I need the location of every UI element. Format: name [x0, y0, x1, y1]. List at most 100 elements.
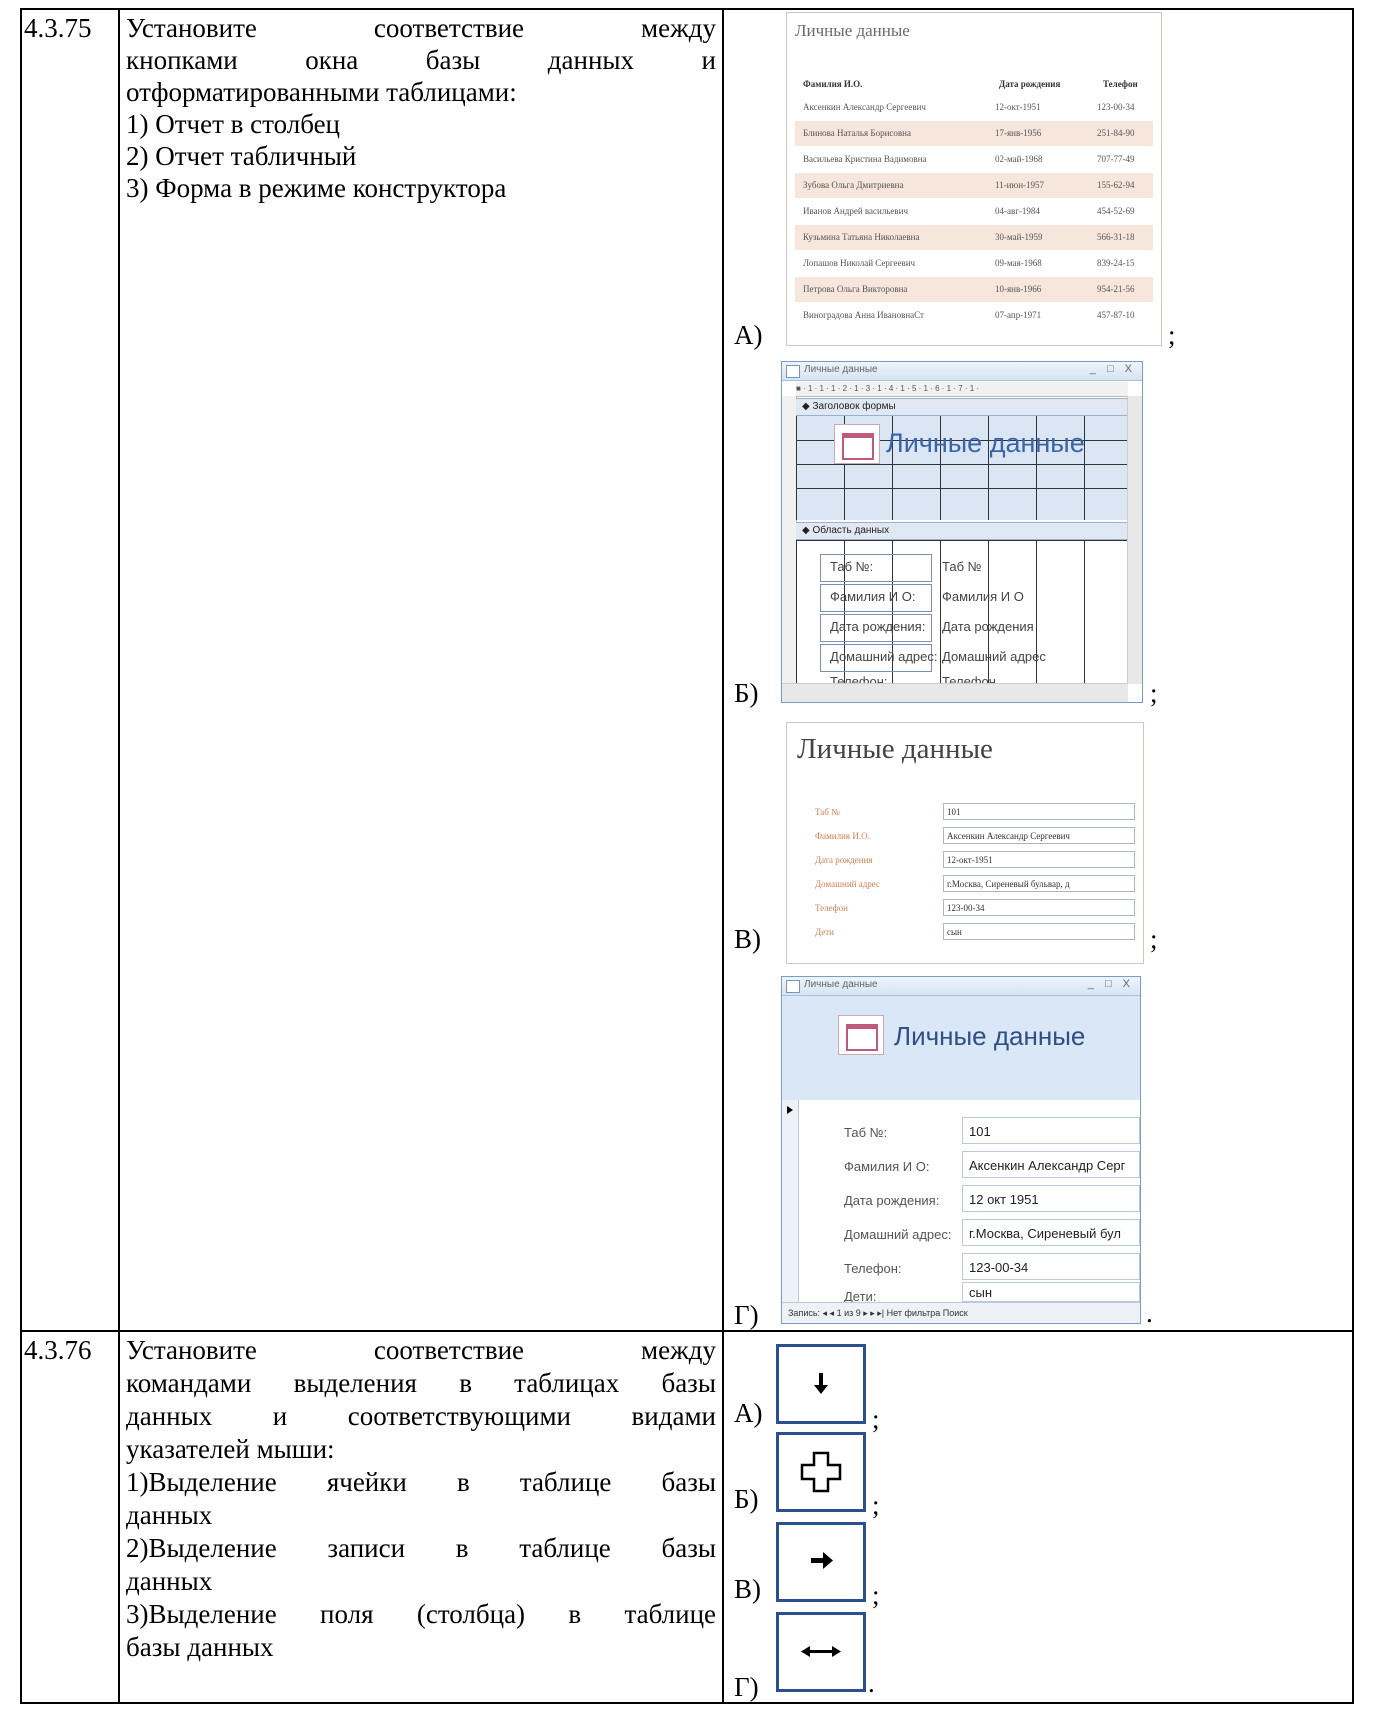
cell: 566-31-18	[1097, 232, 1135, 242]
question-text: Установите соответствие между командами …	[126, 1334, 716, 1664]
option-punct-v: ;	[1150, 924, 1158, 954]
field-value: сын	[962, 1282, 1140, 1302]
table-border-top	[20, 8, 1354, 10]
option-punct-a: ;	[872, 1404, 880, 1434]
field-control: Дата рождения	[942, 619, 1034, 634]
option-label-v: В)	[734, 1574, 761, 1604]
vertical-scrollbar	[1127, 396, 1142, 684]
cell: 10-янв-1966	[995, 284, 1042, 294]
down-arrow-icon	[776, 1344, 866, 1424]
cell: 155-62-94	[1097, 180, 1135, 190]
field-label: Таб №:	[844, 1125, 888, 1140]
field-value: г.Москва, Сиреневый бул	[962, 1219, 1140, 1246]
grid-line	[796, 488, 1128, 489]
window-title: Личные данные	[804, 364, 878, 375]
field-label: Телефон	[815, 903, 848, 913]
answer-item: данных	[126, 1566, 213, 1596]
field-label: Домашний адрес	[815, 879, 881, 889]
field-value: 123-00-34	[943, 899, 1135, 916]
cell: 02-май-1968	[995, 154, 1043, 164]
question-text: Установите соответствие между кнопками о…	[126, 12, 716, 204]
record-pointer-icon	[787, 1106, 793, 1114]
option-label-b: Б)	[734, 678, 759, 708]
field-label: Таб №:	[830, 559, 874, 574]
window-titlebar: Личные данные _ □ X	[782, 362, 1142, 381]
cell: Зубова Ольга Дмитриевна	[803, 180, 904, 190]
cell: 12-окт-1951	[995, 102, 1041, 112]
field-value: Аксенкин Александр Сергеевич	[943, 827, 1135, 844]
option-label-a: А)	[734, 320, 763, 350]
cell: 07-апр-1971	[995, 310, 1042, 320]
report-row: Петрова Ольга Викторовна 10-янв-1966 954…	[795, 277, 1153, 302]
cell: Васильева Кристина Вадимовна	[803, 154, 927, 164]
grid-line	[796, 540, 1128, 541]
question-line: Установите соответствие между	[126, 13, 716, 43]
option-punct-b: ;	[872, 1490, 880, 1520]
report-row: Васильева Кристина Вадимовна 02-май-1968…	[795, 147, 1153, 172]
form-icon	[786, 980, 800, 993]
answer-item: 3)Выделение поля (столбца) в таблице	[126, 1599, 716, 1629]
horizontal-scrollbar	[782, 683, 1128, 702]
right-arrow-icon	[776, 1522, 866, 1602]
cell: Аксенкин Александр Сергеевич	[803, 102, 926, 112]
columnar-report-image: Личные данные Таб № 101 Фамилия И.О. Акс…	[786, 722, 1144, 964]
report-row: Аксенкин Александр Сергеевич 12-окт-1951…	[795, 95, 1153, 120]
table-divider-col2	[722, 8, 724, 1704]
field-label: Фамилия И О:	[830, 589, 916, 604]
cell: Петрова Ольга Викторовна	[803, 284, 908, 294]
field-label: Таб №	[815, 807, 840, 817]
field-value: сын	[943, 923, 1135, 940]
answer-item: 3) Форма в режиме конструктора	[126, 173, 507, 203]
field-label: Домашний адрес:	[830, 649, 938, 664]
field-control: Таб №	[942, 559, 982, 574]
form-header-section-bar: ◆ Заголовок формы	[796, 398, 1128, 416]
cell: 251-84-90	[1097, 128, 1135, 138]
field-label: Телефон:	[844, 1261, 902, 1276]
table-border-bottom	[20, 1702, 1354, 1704]
field-label: Домашний адрес:	[844, 1227, 952, 1242]
cell: 17-янв-1956	[995, 128, 1042, 138]
report-row: Лопашов Николай Сергеевич 09-мая-1968 83…	[795, 251, 1153, 276]
question-line: командами выделения в таблицах базы	[126, 1368, 716, 1398]
cell: 454-52-69	[1097, 206, 1135, 216]
table-border-left	[20, 8, 22, 1704]
cell: 954-21-56	[1097, 284, 1135, 294]
field-label: Дата рождения:	[844, 1193, 940, 1208]
report-title: Личные данные	[795, 21, 910, 40]
question-line: отформатированными таблицами:	[126, 77, 517, 107]
field-label: Фамилия И.О.	[815, 831, 870, 841]
table-divider-col1	[118, 8, 120, 1704]
option-punct-g: .	[868, 1668, 875, 1698]
record-navigation-bar: Запись: ◂ ◂ 1 из 9 ▸ ▸ ▸| Нет фильтра По…	[782, 1302, 1140, 1323]
record-selector	[782, 1100, 799, 1302]
option-punct-b: ;	[1150, 678, 1158, 708]
cell: 30-май-1959	[995, 232, 1043, 242]
cell: Лопашов Николай Сергеевич	[803, 258, 916, 268]
cell: Блинова Наталья Борисовна	[803, 128, 911, 138]
report-row: Зубова Ольга Дмитриевна 11-июн-1957 155-…	[795, 173, 1153, 198]
field-label: Дети	[815, 927, 834, 937]
answer-item: 1) Отчет в столбец	[126, 109, 341, 139]
answer-item: базы данных	[126, 1632, 274, 1662]
column-header: Телефон	[1103, 79, 1138, 89]
answer-item: 2)Выделение записи в таблице базы	[126, 1533, 716, 1563]
cell: Кузьмина Татьяна Николаевна	[803, 232, 920, 242]
cell: 09-мая-1968	[995, 258, 1042, 268]
window-titlebar: Личные данные _ □ X	[782, 977, 1140, 996]
question-line: кнопками окна базы данных и	[126, 45, 716, 75]
field-control: Домашний адрес	[942, 649, 1046, 664]
field-control: Фамилия И О	[942, 589, 1024, 604]
grid-line	[796, 464, 1128, 465]
answer-item: данных	[126, 1500, 213, 1530]
horizontal-ruler: ■ · 1 · 1 · 1 · 2 · 1 · 3 · 1 · 4 · 1 · …	[796, 382, 1128, 397]
question-number: 4.3.76	[24, 1335, 92, 1365]
question-line: Установите соответствие между	[126, 1335, 716, 1365]
table-border-right	[1352, 8, 1354, 1704]
window-controls: _ □ X	[1087, 978, 1134, 990]
option-label-g: Г)	[734, 1300, 759, 1330]
form-icon	[838, 1015, 884, 1055]
cell: 839-24-15	[1097, 258, 1135, 268]
answer-item: 1)Выделение ячейки в таблице базы	[126, 1467, 716, 1497]
form-icon	[786, 365, 800, 378]
report-row: Иванов Андрей васильевич 04-авг-1984 454…	[795, 199, 1153, 224]
